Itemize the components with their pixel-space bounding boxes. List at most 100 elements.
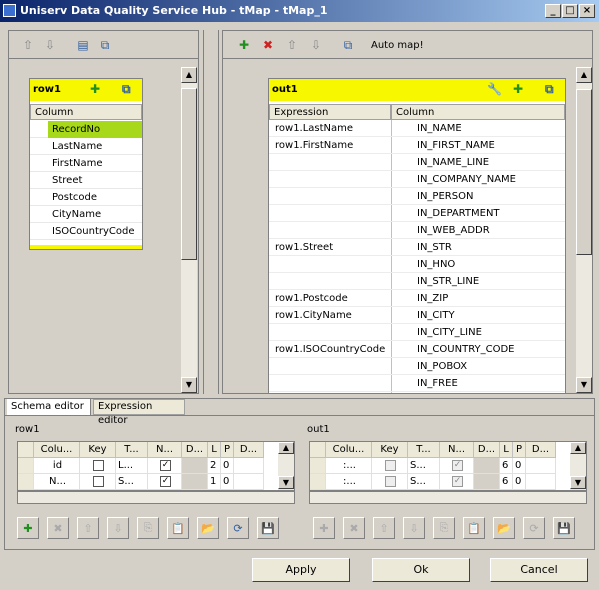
output-expression[interactable]: row1.CityName	[275, 307, 389, 324]
move-down-icon[interactable]: ⇩	[309, 38, 323, 52]
maximize-button[interactable]: □	[562, 4, 578, 18]
schema-length[interactable]: 6	[500, 474, 513, 490]
input-column-row[interactable]: FirstName	[30, 155, 142, 172]
output-row[interactable]: IN_DEPARTMENT	[269, 205, 565, 222]
schema-header-cell[interactable]: L	[208, 442, 221, 458]
schema-description[interactable]	[234, 458, 264, 474]
import-icon[interactable]: 📂	[493, 517, 515, 539]
output-expression[interactable]: row1.Postcode	[275, 290, 389, 307]
move-down-icon[interactable]: ⇩	[107, 517, 129, 539]
schema-row[interactable]: id L... ✓ 2 0	[18, 458, 278, 474]
add-filter-icon[interactable]: ✚	[90, 82, 100, 96]
schema-precision[interactable]: 0	[513, 474, 526, 490]
schema-header-cell[interactable]: D...	[182, 442, 208, 458]
schema-precision[interactable]: 0	[513, 458, 526, 474]
schema-header-cell[interactable]: P	[221, 442, 234, 458]
scroll-down-icon[interactable]: ▼	[278, 476, 294, 489]
output-row[interactable]: row1.ISOCountryCode IN_COUNTRY_CODE	[269, 341, 565, 358]
copy-icon[interactable]: ⎘	[137, 517, 159, 539]
input-column-row[interactable]: RecordNo	[30, 121, 142, 138]
schema-header-cell[interactable]: P	[513, 442, 526, 458]
nullable-checkbox[interactable]: ✓	[160, 475, 171, 487]
key-checkbox[interactable]	[385, 459, 396, 471]
schema-length[interactable]: 2	[208, 458, 221, 474]
schema-row-marker[interactable]	[310, 458, 326, 474]
schema-header-cell[interactable]: N...	[148, 442, 182, 458]
scroll-down-icon[interactable]: ▼	[181, 377, 197, 393]
schema-key[interactable]	[80, 474, 116, 490]
schema-nullable[interactable]: ✓	[148, 458, 182, 474]
schema-header-cell[interactable]: Key	[372, 442, 408, 458]
output-row[interactable]: row1.CityName IN_CITY	[269, 307, 565, 324]
schema-row[interactable]: :... S... ✓ 6 0	[310, 458, 570, 474]
move-up-icon[interactable]: ⇧	[77, 517, 99, 539]
reset-icon[interactable]: ⟳	[227, 517, 249, 539]
schema-type[interactable]: S...	[116, 474, 148, 490]
key-checkbox[interactable]	[93, 459, 104, 471]
scroll-down-icon[interactable]: ▼	[576, 377, 592, 393]
schema-right-hscroll[interactable]	[309, 491, 587, 504]
schema-description[interactable]	[526, 458, 556, 474]
add-output-icon[interactable]: ✚	[237, 38, 251, 52]
auto-map-button[interactable]: Auto map!	[371, 40, 424, 51]
input-column-row[interactable]: CityName	[30, 206, 142, 223]
output-row[interactable]: IN_CITY_LINE	[269, 324, 565, 341]
schema-header-cell[interactable]	[310, 442, 326, 458]
schema-right-scrollbar[interactable]: ▲ ▼	[570, 442, 586, 490]
paste-icon[interactable]: 📋	[167, 517, 189, 539]
schema-precision[interactable]: 0	[221, 474, 234, 490]
schema-left-scrollbar[interactable]: ▲ ▼	[278, 442, 294, 490]
key-checkbox[interactable]	[93, 475, 104, 487]
output-expression[interactable]: row1.ISOCountryCode	[275, 341, 389, 358]
tab-expression-editor[interactable]: Expression editor	[93, 399, 185, 426]
table-view-icon[interactable]: ▤	[76, 38, 90, 52]
output-row[interactable]: IN_WEB_ADDR	[269, 222, 565, 239]
scroll-down-icon[interactable]: ▼	[570, 476, 586, 489]
scroll-thumb[interactable]	[181, 88, 197, 260]
scroll-up-icon[interactable]: ▲	[570, 442, 586, 454]
add-filter-icon[interactable]: ✚	[513, 82, 523, 96]
minimize-all-icon[interactable]: ⧉	[98, 38, 112, 52]
remove-icon[interactable]: ✖	[47, 517, 69, 539]
nullable-checkbox[interactable]: ✓	[452, 475, 463, 487]
schema-header-cell[interactable]: Colu...	[34, 442, 80, 458]
minimize-button[interactable]: _	[545, 4, 561, 18]
import-icon[interactable]: 📂	[197, 517, 219, 539]
output-row[interactable]: IN_HNO	[269, 256, 565, 273]
schema-precision[interactable]: 0	[221, 458, 234, 474]
schema-header-cell[interactable]: L	[500, 442, 513, 458]
output-row[interactable]: IN_POBOX	[269, 358, 565, 375]
paste-icon[interactable]: 📋	[463, 517, 485, 539]
schema-header-cell[interactable]: T...	[116, 442, 148, 458]
output-expression[interactable]: row1.LastName	[275, 120, 389, 137]
schema-header-cell[interactable]: N...	[440, 442, 474, 458]
move-up-icon[interactable]: ⇧	[21, 38, 35, 52]
right-scrollbar[interactable]: ▲ ▼	[576, 67, 592, 393]
cancel-button[interactable]: Cancel	[490, 558, 588, 582]
schema-default[interactable]	[474, 474, 500, 490]
left-scrollbar[interactable]: ▲ ▼	[181, 67, 197, 393]
panel-splitter[interactable]	[203, 30, 219, 394]
add-icon[interactable]: ✚	[17, 517, 39, 539]
minimize-icon[interactable]: ⧉	[545, 82, 554, 97]
save-icon[interactable]: 💾	[257, 517, 279, 539]
schema-header-cell[interactable]	[18, 442, 34, 458]
schema-header-cell[interactable]: Colu...	[326, 442, 372, 458]
scroll-up-icon[interactable]: ▲	[278, 442, 294, 454]
schema-header-cell[interactable]: T...	[408, 442, 440, 458]
remove-output-icon[interactable]: ✖	[261, 38, 275, 52]
schema-key[interactable]	[372, 474, 408, 490]
output-row[interactable]: row1.Postcode IN_ZIP	[269, 290, 565, 307]
schema-length[interactable]: 6	[500, 458, 513, 474]
scroll-up-icon[interactable]: ▲	[576, 67, 592, 83]
input-column-row[interactable]: ISOCountryCode	[30, 223, 142, 240]
apply-button[interactable]: Apply	[252, 558, 350, 582]
schema-row-marker[interactable]	[18, 474, 34, 490]
nullable-checkbox[interactable]: ✓	[160, 459, 171, 471]
reset-icon[interactable]: ⟳	[523, 517, 545, 539]
scroll-up-icon[interactable]: ▲	[181, 67, 197, 83]
wrench-icon[interactable]: 🔧	[487, 82, 502, 96]
schema-type[interactable]: L...	[116, 458, 148, 474]
input-column-row[interactable]: Street	[30, 172, 142, 189]
scroll-thumb[interactable]	[576, 89, 592, 255]
